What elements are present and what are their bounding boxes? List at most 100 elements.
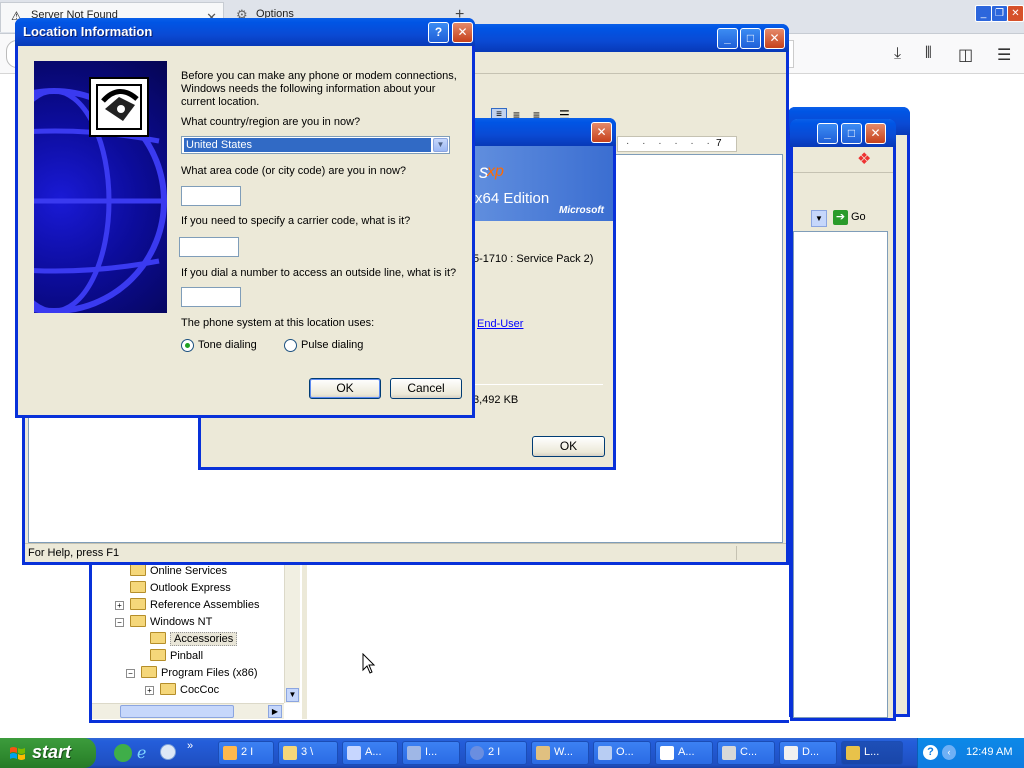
app-icon xyxy=(347,746,361,760)
maximize-icon[interactable]: □ xyxy=(841,123,862,144)
outside-line-input[interactable] xyxy=(181,287,241,307)
more-quicklaunch-icon[interactable]: » xyxy=(187,740,193,752)
folder-icon xyxy=(130,564,146,576)
close-icon[interactable]: ✕ xyxy=(591,122,612,143)
expand-icon[interactable]: + xyxy=(145,686,154,695)
carrier-code-input[interactable] xyxy=(179,237,239,257)
close-icon[interactable]: ✕ xyxy=(452,22,473,43)
status-text: For Help, press F1 xyxy=(28,547,120,559)
close-icon[interactable]: ✕ xyxy=(1007,5,1024,22)
folder-icon xyxy=(160,683,176,695)
about-ok-button[interactable]: OK xyxy=(532,436,605,457)
scroll-right-icon[interactable]: ▶ xyxy=(268,705,282,718)
country-label: What country/region are you in now? xyxy=(181,116,361,128)
ruler: · · · · · · 7 xyxy=(617,136,737,152)
tree-horizontal-scrollbar[interactable]: ▶ xyxy=(92,703,284,719)
tree-vertical-scrollbar[interactable]: ▼ xyxy=(284,563,300,703)
folder-icon xyxy=(130,581,146,593)
expand-icon[interactable]: + xyxy=(115,601,124,610)
windows-logo-icon xyxy=(10,747,25,760)
taskbar-task-2[interactable]: 3 \ xyxy=(278,741,338,765)
intro-text: Before you can make any phone or modem c… xyxy=(181,70,457,108)
internet-explorer-icon[interactable]: ℯ xyxy=(137,743,146,763)
tree-item-windows-nt[interactable]: − Windows NT xyxy=(115,614,212,631)
ok-button[interactable]: OK xyxy=(309,378,381,399)
app-icon xyxy=(407,746,421,760)
country-select[interactable]: United States ▼ xyxy=(181,136,450,154)
ie-address-bar: ▼ ➔ Go xyxy=(793,209,893,231)
help-icon[interactable]: ? xyxy=(923,745,938,760)
dropdown-arrow-icon[interactable]: ▼ xyxy=(433,138,448,152)
folder-icon xyxy=(130,615,146,627)
pulse-dialing-option[interactable]: Pulse dialing xyxy=(284,338,384,352)
taskbar-task-8[interactable]: A... xyxy=(655,741,713,765)
taskbar-task-9[interactable]: C... xyxy=(717,741,775,765)
carrier-code-label: If you need to specify a carrier code, w… xyxy=(181,215,411,227)
folder-icon xyxy=(130,598,146,610)
cancel-button[interactable]: Cancel xyxy=(390,378,462,399)
edition-text: x64 Edition xyxy=(475,190,550,207)
tone-radio[interactable] xyxy=(181,339,194,352)
sidebar-icon[interactable]: ◫ xyxy=(958,45,973,65)
menu-icon[interactable]: ☰ xyxy=(997,45,1011,65)
window-icon xyxy=(660,746,674,760)
app-icon xyxy=(536,746,550,760)
go-button[interactable]: Go xyxy=(851,211,866,223)
ie-window: _ □ ✕ ❖ ▼ ➔ Go xyxy=(790,119,896,721)
quicklaunch-globe-icon[interactable] xyxy=(160,744,176,760)
divider xyxy=(463,384,603,385)
tree-item-coccoc[interactable]: + CocCoc xyxy=(145,682,219,699)
license-link[interactable]: End-User xyxy=(477,318,523,330)
tone-dialing-option[interactable]: Tone dialing xyxy=(181,338,281,352)
status-bar: For Help, press F1 xyxy=(25,543,786,562)
pane-splitter[interactable] xyxy=(302,563,307,719)
taskbar-task-location[interactable]: L... xyxy=(841,741,903,765)
taskbar-task-3[interactable]: A... xyxy=(342,741,398,765)
clock[interactable]: 12:49 AM xyxy=(966,746,1012,758)
minimize-icon[interactable]: _ xyxy=(817,123,838,144)
ie-content xyxy=(793,231,888,718)
collapse-icon[interactable]: − xyxy=(115,618,124,627)
library-icon[interactable]: ⫴ xyxy=(925,45,932,63)
minimize-icon[interactable]: _ xyxy=(975,5,992,22)
taskbar-task-7[interactable]: O... xyxy=(593,741,651,765)
close-icon[interactable]: ✕ xyxy=(764,28,785,49)
collapse-icon[interactable]: − xyxy=(126,669,135,678)
quicklaunch-app-icon[interactable] xyxy=(114,744,132,762)
tree-item-pinball[interactable]: Pinball xyxy=(150,648,203,665)
taskbar-task-10[interactable]: D... xyxy=(779,741,837,765)
help-icon[interactable]: ? xyxy=(428,22,449,43)
microsoft-logo: Microsoft xyxy=(559,205,604,216)
area-code-input[interactable] xyxy=(181,186,241,206)
taskbar-task-4[interactable]: I... xyxy=(402,741,460,765)
ruler-ticks: · · · · · · xyxy=(626,138,715,149)
scroll-thumb[interactable] xyxy=(120,705,234,718)
outside-line-label: If you dial a number to access an outsid… xyxy=(181,267,457,279)
folder-icon xyxy=(150,649,166,661)
area-code-label: What area code (or city code) are you in… xyxy=(181,165,407,177)
maximize-icon[interactable]: □ xyxy=(740,28,761,49)
tree-item-outlook-express[interactable]: Outlook Express xyxy=(130,580,231,597)
taskbar-task-6[interactable]: W... xyxy=(531,741,589,765)
close-icon[interactable]: ✕ xyxy=(865,123,886,144)
download-icon[interactable]: ⤓ xyxy=(894,45,901,63)
dropdown-arrow-icon[interactable]: ▼ xyxy=(811,210,827,227)
taskbar-task-5[interactable]: 2 I xyxy=(465,741,527,765)
pulse-radio[interactable] xyxy=(284,339,297,352)
restore-icon[interactable]: ❐ xyxy=(991,5,1008,22)
tree-item-online-services[interactable]: Online Services xyxy=(130,563,227,580)
folder-icon xyxy=(283,746,297,760)
tree-item-accessories[interactable]: Accessories xyxy=(150,631,238,648)
go-arrow-icon[interactable]: ➔ xyxy=(833,210,848,225)
status-divider xyxy=(736,546,737,560)
dialog-title: Location Information xyxy=(23,24,153,39)
tree-item-program-files-x86[interactable]: − Program Files (x86) xyxy=(126,665,258,682)
tray-expand-icon[interactable]: ‹ xyxy=(942,745,956,760)
document-icon xyxy=(784,746,798,760)
minimize-icon[interactable]: _ xyxy=(717,28,738,49)
phone-system-label: The phone system at this location uses: xyxy=(181,317,375,329)
scroll-down-icon[interactable]: ▼ xyxy=(286,688,299,702)
tree-item-reference-assemblies[interactable]: + Reference Assemblies xyxy=(115,597,259,614)
phone-icon xyxy=(846,746,860,760)
taskbar-task-1[interactable]: 2 I xyxy=(218,741,274,765)
